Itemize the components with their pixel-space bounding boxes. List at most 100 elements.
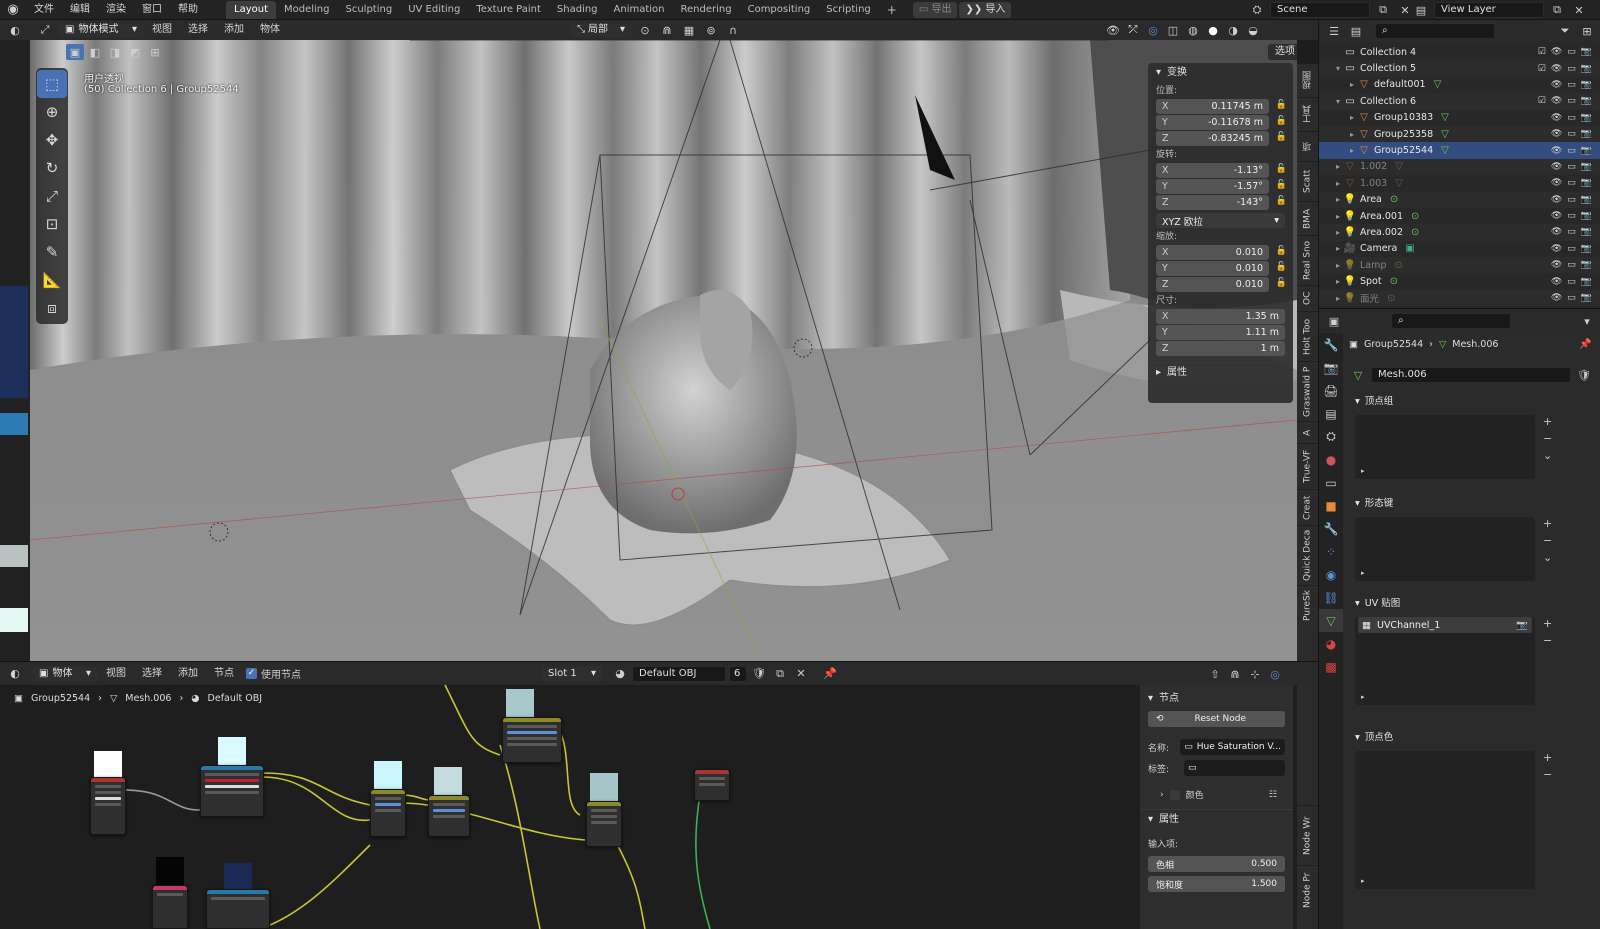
chevron-down-icon[interactable]: ▾ [1333, 97, 1343, 106]
side-tab-create[interactable]: Creat [1297, 489, 1318, 525]
shader-node[interactable] [200, 765, 264, 817]
render-camera-icon[interactable]: 📷 [1581, 162, 1592, 172]
node-name-field[interactable]: ▭ Hue Saturation V... [1180, 739, 1285, 755]
shader-node[interactable] [90, 777, 126, 835]
wireframe-shading-icon[interactable]: ◍ [1184, 22, 1202, 38]
side-tab-tool[interactable]: 工具 [1297, 97, 1318, 131]
vp-menu-add[interactable]: 添加 [216, 20, 252, 40]
world-tab-icon[interactable]: ● [1319, 448, 1343, 471]
material-browse-icon[interactable]: ◕ [611, 666, 629, 682]
scale-x-field[interactable]: X 0.010 🔓 [1156, 245, 1287, 260]
menu-render[interactable]: 渲染 [98, 0, 134, 20]
checkbox-checked-icon[interactable]: ☑ [1538, 47, 1546, 57]
transform-section-header[interactable]: ▾ 变换 [1148, 63, 1293, 83]
render-camera-icon[interactable]: 📷 [1581, 277, 1592, 287]
side-tab-puresky[interactable]: PureSk [1297, 585, 1318, 625]
mesh-data-tab-icon[interactable]: ▽ [1319, 609, 1343, 632]
rendered-shading-icon[interactable]: ◒ [1244, 22, 1262, 38]
visibility-icon[interactable]: 👁 [1104, 22, 1122, 38]
ne-menu-add[interactable]: 添加 [170, 664, 206, 684]
viewport-display-icon[interactable]: ▭ [1567, 47, 1576, 57]
lock-icon[interactable]: 🔓 [1276, 262, 1287, 272]
outliner-row[interactable]: ▸ 💡 Area ⊙ 👁 ▭ 📷 [1319, 191, 1600, 208]
render-camera-icon[interactable]: 📷 [1581, 195, 1592, 205]
shader-node[interactable] [586, 801, 622, 847]
chevron-right-icon[interactable]: ▸ [1333, 179, 1343, 188]
viewport-display-icon[interactable]: ▭ [1567, 277, 1576, 287]
lock-icon[interactable]: 🔓 [1276, 180, 1287, 190]
camera-data-icon[interactable]: ▣ [1405, 243, 1414, 254]
vp-menu-object[interactable]: 物体 [252, 20, 288, 40]
collection-tab-icon[interactable]: ▭ [1319, 471, 1343, 494]
menu-file[interactable]: 文件 [26, 0, 62, 20]
filter-icon[interactable]: ⏷ [1556, 23, 1574, 39]
tab-uv-editing[interactable]: UV Editing [400, 1, 468, 19]
side-tab-item[interactable]: 项 [1297, 131, 1318, 161]
node-color-row[interactable]: › 颜色 ☷ [1160, 788, 1285, 801]
annotate-tool-icon[interactable]: ✎ [37, 238, 67, 266]
outliner-row[interactable]: ▸ ▽ Group10383 ▽ 👁 ▭ 📷 [1319, 110, 1600, 126]
side-tab-holt-tools[interactable]: Holt Too [1297, 311, 1318, 361]
export-button[interactable]: ▭ 导出 [912, 1, 958, 18]
add-icon[interactable]: + [1543, 415, 1552, 428]
fake-user-icon[interactable]: 🛡 [750, 666, 768, 682]
chevron-right-icon[interactable]: ▸ [1347, 130, 1357, 139]
render-camera-icon[interactable]: 📷 [1581, 146, 1592, 156]
side-tab-quick-decal[interactable]: Quick Deca [1297, 525, 1318, 585]
particles-tab-icon[interactable]: ⁘ [1319, 540, 1343, 563]
side-tab-scatter[interactable]: Scatt [1297, 161, 1318, 201]
vertex-colors-list[interactable]: ▸ [1355, 751, 1535, 889]
ne-menu-node[interactable]: 节点 [206, 664, 242, 684]
chevron-right-icon[interactable]: ▸ [1333, 162, 1343, 171]
overlay-icon[interactable]: ◎ [1144, 22, 1162, 38]
remove-icon[interactable]: − [1543, 432, 1552, 445]
texture-tab-icon[interactable]: ▩ [1319, 655, 1343, 678]
vertex-colors-header[interactable]: ▾ 顶点色 [1349, 729, 1595, 747]
render-camera-icon[interactable]: 📷 [1581, 80, 1592, 90]
shader-node[interactable] [502, 717, 562, 763]
properties-search-input[interactable]: ⌕ [1391, 313, 1511, 329]
light-data-icon[interactable]: ⊙ [1387, 293, 1395, 304]
lock-icon[interactable]: 🔓 [1276, 132, 1287, 142]
uv-maps-list[interactable]: ▦ UVChannel_1 📷 ▸ [1355, 617, 1535, 705]
render-camera-icon[interactable]: 📷 [1581, 113, 1592, 123]
render-camera-icon[interactable]: 📷 [1581, 178, 1592, 188]
add-cube-tool-icon[interactable]: ⧈ [37, 294, 67, 322]
outliner-search-input[interactable]: ⌕ [1375, 23, 1495, 39]
list-icon[interactable]: ☷ [1269, 790, 1277, 800]
hue-field[interactable]: 色相 0.500 [1148, 856, 1285, 872]
add-workspace-button[interactable]: + [879, 1, 905, 19]
node-properties-header[interactable]: ▾ 属性 [1140, 809, 1293, 829]
viewport-display-icon[interactable]: ▭ [1567, 162, 1576, 172]
node-section-header[interactable]: ▾ 节点 [1140, 689, 1293, 709]
side-tab-graswald[interactable]: Graswald P [1297, 361, 1318, 421]
eye-icon[interactable]: 👁 [1551, 80, 1562, 90]
checkbox-checked-icon[interactable]: ☑ [1538, 96, 1546, 106]
add-icon[interactable]: + [1543, 751, 1552, 764]
render-camera-icon[interactable]: 📷 [1581, 260, 1592, 270]
snap-icon[interactable]: ⋒ [1226, 666, 1244, 682]
chevron-right-icon[interactable]: ▸ [1333, 294, 1343, 303]
render-camera-icon[interactable]: 📷 [1581, 129, 1592, 139]
material-name-field[interactable]: Default OBJ [632, 665, 726, 682]
xray-icon[interactable]: ◫ [1164, 22, 1182, 38]
dimension-z-field[interactable]: Z 1 m [1156, 341, 1285, 356]
scene-name-field[interactable]: Scene [1270, 2, 1370, 18]
eye-icon[interactable]: 👁 [1551, 113, 1562, 123]
snap-grid-icon[interactable]: ▦ [680, 22, 698, 38]
node-label-field[interactable]: ▭ [1184, 760, 1285, 776]
chevron-down-icon[interactable]: ▾ [1578, 313, 1596, 329]
display-mode-icon[interactable]: ▤ [1347, 23, 1365, 39]
tab-modeling[interactable]: Modeling [276, 1, 338, 19]
light-data-icon[interactable]: ⊙ [1411, 211, 1419, 222]
dimension-y-field[interactable]: Y 1.11 m [1156, 325, 1285, 340]
parent-node-icon[interactable]: ⇧ [1206, 666, 1224, 682]
outliner-row[interactable]: ▸ 🎥 Camera ▣ 👁 ▭ 📷 [1319, 241, 1600, 257]
viewport-display-icon[interactable]: ▭ [1567, 293, 1576, 303]
properties-editor-icon[interactable]: ▣ [1325, 313, 1343, 329]
import-button[interactable]: ❯❯ 导入 [959, 1, 1012, 18]
snap-mode-icon[interactable]: ⊹ [1246, 666, 1264, 682]
menu-chevron-icon[interactable]: ⌄ [1543, 551, 1552, 564]
viewport-display-icon[interactable]: ▭ [1567, 96, 1576, 106]
outliner-row[interactable]: ▾ ▭ Collection 6 ☑ 👁 ▭ 📷 [1319, 93, 1600, 110]
